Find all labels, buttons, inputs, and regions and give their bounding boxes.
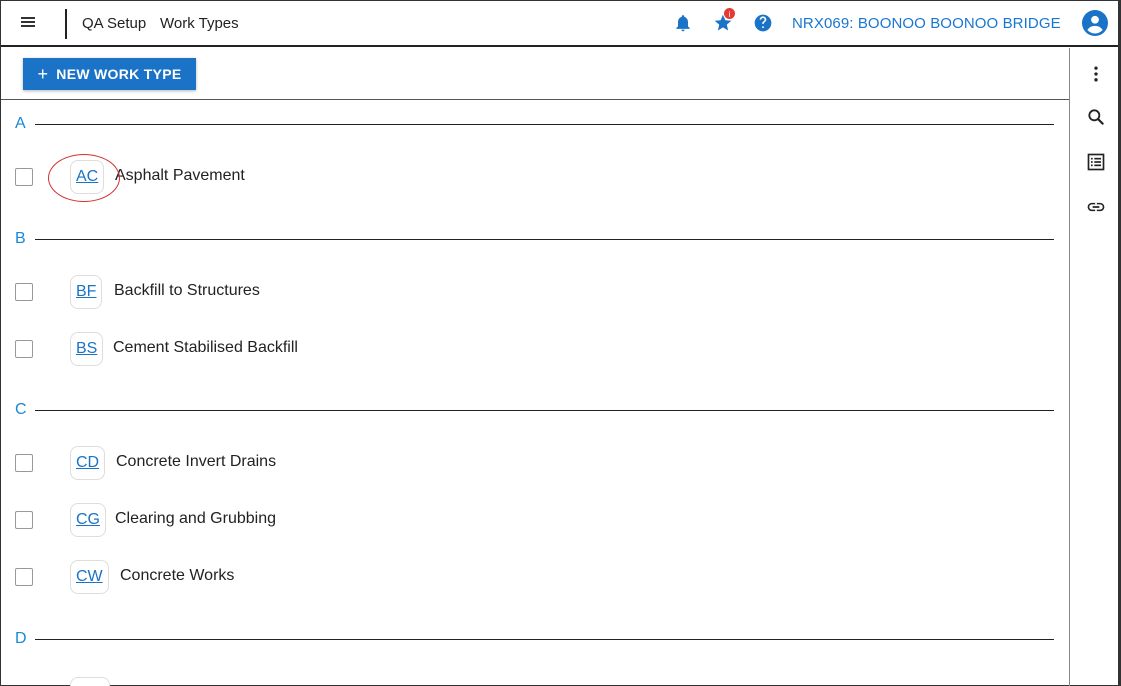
- favorites-star-icon[interactable]: i: [713, 7, 736, 33]
- list-item: [15, 677, 1055, 686]
- user-avatar-icon[interactable]: [1082, 10, 1108, 36]
- section-header-d: D: [15, 630, 1055, 650]
- right-action-rail: [1069, 48, 1118, 686]
- work-type-name: Concrete Works: [120, 567, 235, 584]
- row-checkbox[interactable]: [15, 340, 33, 358]
- list-item: BS Cement Stabilised Backfill: [15, 332, 1055, 366]
- work-type-code-link[interactable]: CD: [70, 446, 106, 480]
- list-item: BF Backfill to Structures: [15, 275, 1055, 309]
- work-type-code-link[interactable]: AC: [70, 160, 105, 194]
- section-letter: A: [15, 115, 26, 132]
- work-type-name: Asphalt Pavement: [115, 167, 245, 184]
- breadcrumb-qa-setup[interactable]: QA Setup: [82, 15, 146, 32]
- work-type-code-link[interactable]: BS: [70, 332, 104, 366]
- link-icon[interactable]: [1086, 197, 1106, 217]
- section-header-a: A: [15, 115, 1055, 135]
- work-type-name: Backfill to Structures: [114, 282, 260, 299]
- work-type-code-link[interactable]: BF: [70, 275, 103, 309]
- search-icon[interactable]: [1086, 107, 1106, 127]
- work-type-name: Clearing and Grubbing: [115, 510, 276, 527]
- section-letter: C: [15, 401, 27, 418]
- list-item: CW Concrete Works: [15, 560, 1055, 594]
- list-item: AC Asphalt Pavement: [15, 160, 1055, 194]
- more-vert-icon[interactable]: [1086, 64, 1106, 84]
- header-divider: [65, 9, 67, 39]
- work-type-code-link[interactable]: [70, 677, 110, 686]
- top-bar: QA Setup Work Types i NRX069: BOONOO BOO…: [1, 1, 1118, 47]
- list-view-icon[interactable]: [1086, 152, 1106, 172]
- new-work-type-button[interactable]: + NEW WORK TYPE: [23, 58, 196, 90]
- section-letter: D: [15, 630, 27, 647]
- section-divider: [35, 410, 1054, 411]
- row-checkbox[interactable]: [15, 568, 33, 586]
- help-icon[interactable]: [753, 13, 773, 33]
- row-checkbox[interactable]: [15, 511, 33, 529]
- plus-icon: +: [37, 63, 49, 84]
- list-item: CG Clearing and Grubbing: [15, 503, 1055, 537]
- star-badge: i: [723, 7, 736, 20]
- section-header-b: B: [15, 230, 1055, 250]
- section-letter: B: [15, 230, 26, 247]
- row-checkbox[interactable]: [15, 283, 33, 301]
- project-selector[interactable]: NRX069: BOONOO BOONOO BRIDGE: [792, 15, 1061, 32]
- toolbar: + NEW WORK TYPE: [1, 48, 1069, 100]
- section-header-c: C: [15, 401, 1055, 421]
- section-divider: [35, 639, 1054, 640]
- list-item: CD Concrete Invert Drains: [15, 446, 1055, 480]
- row-checkbox[interactable]: [15, 454, 33, 472]
- work-type-name: Concrete Invert Drains: [116, 453, 277, 470]
- section-divider: [35, 124, 1054, 125]
- work-type-name: Cement Stabilised Backfill: [113, 339, 298, 356]
- row-checkbox[interactable]: [15, 168, 33, 186]
- work-type-code-link[interactable]: CG: [70, 503, 106, 537]
- notifications-bell-icon[interactable]: [673, 13, 693, 33]
- work-type-code-link[interactable]: CW: [70, 560, 109, 594]
- section-divider: [35, 239, 1054, 240]
- new-work-type-label: NEW WORK TYPE: [56, 66, 182, 82]
- breadcrumb-work-types: Work Types: [160, 15, 239, 32]
- hamburger-menu-icon[interactable]: [21, 15, 37, 31]
